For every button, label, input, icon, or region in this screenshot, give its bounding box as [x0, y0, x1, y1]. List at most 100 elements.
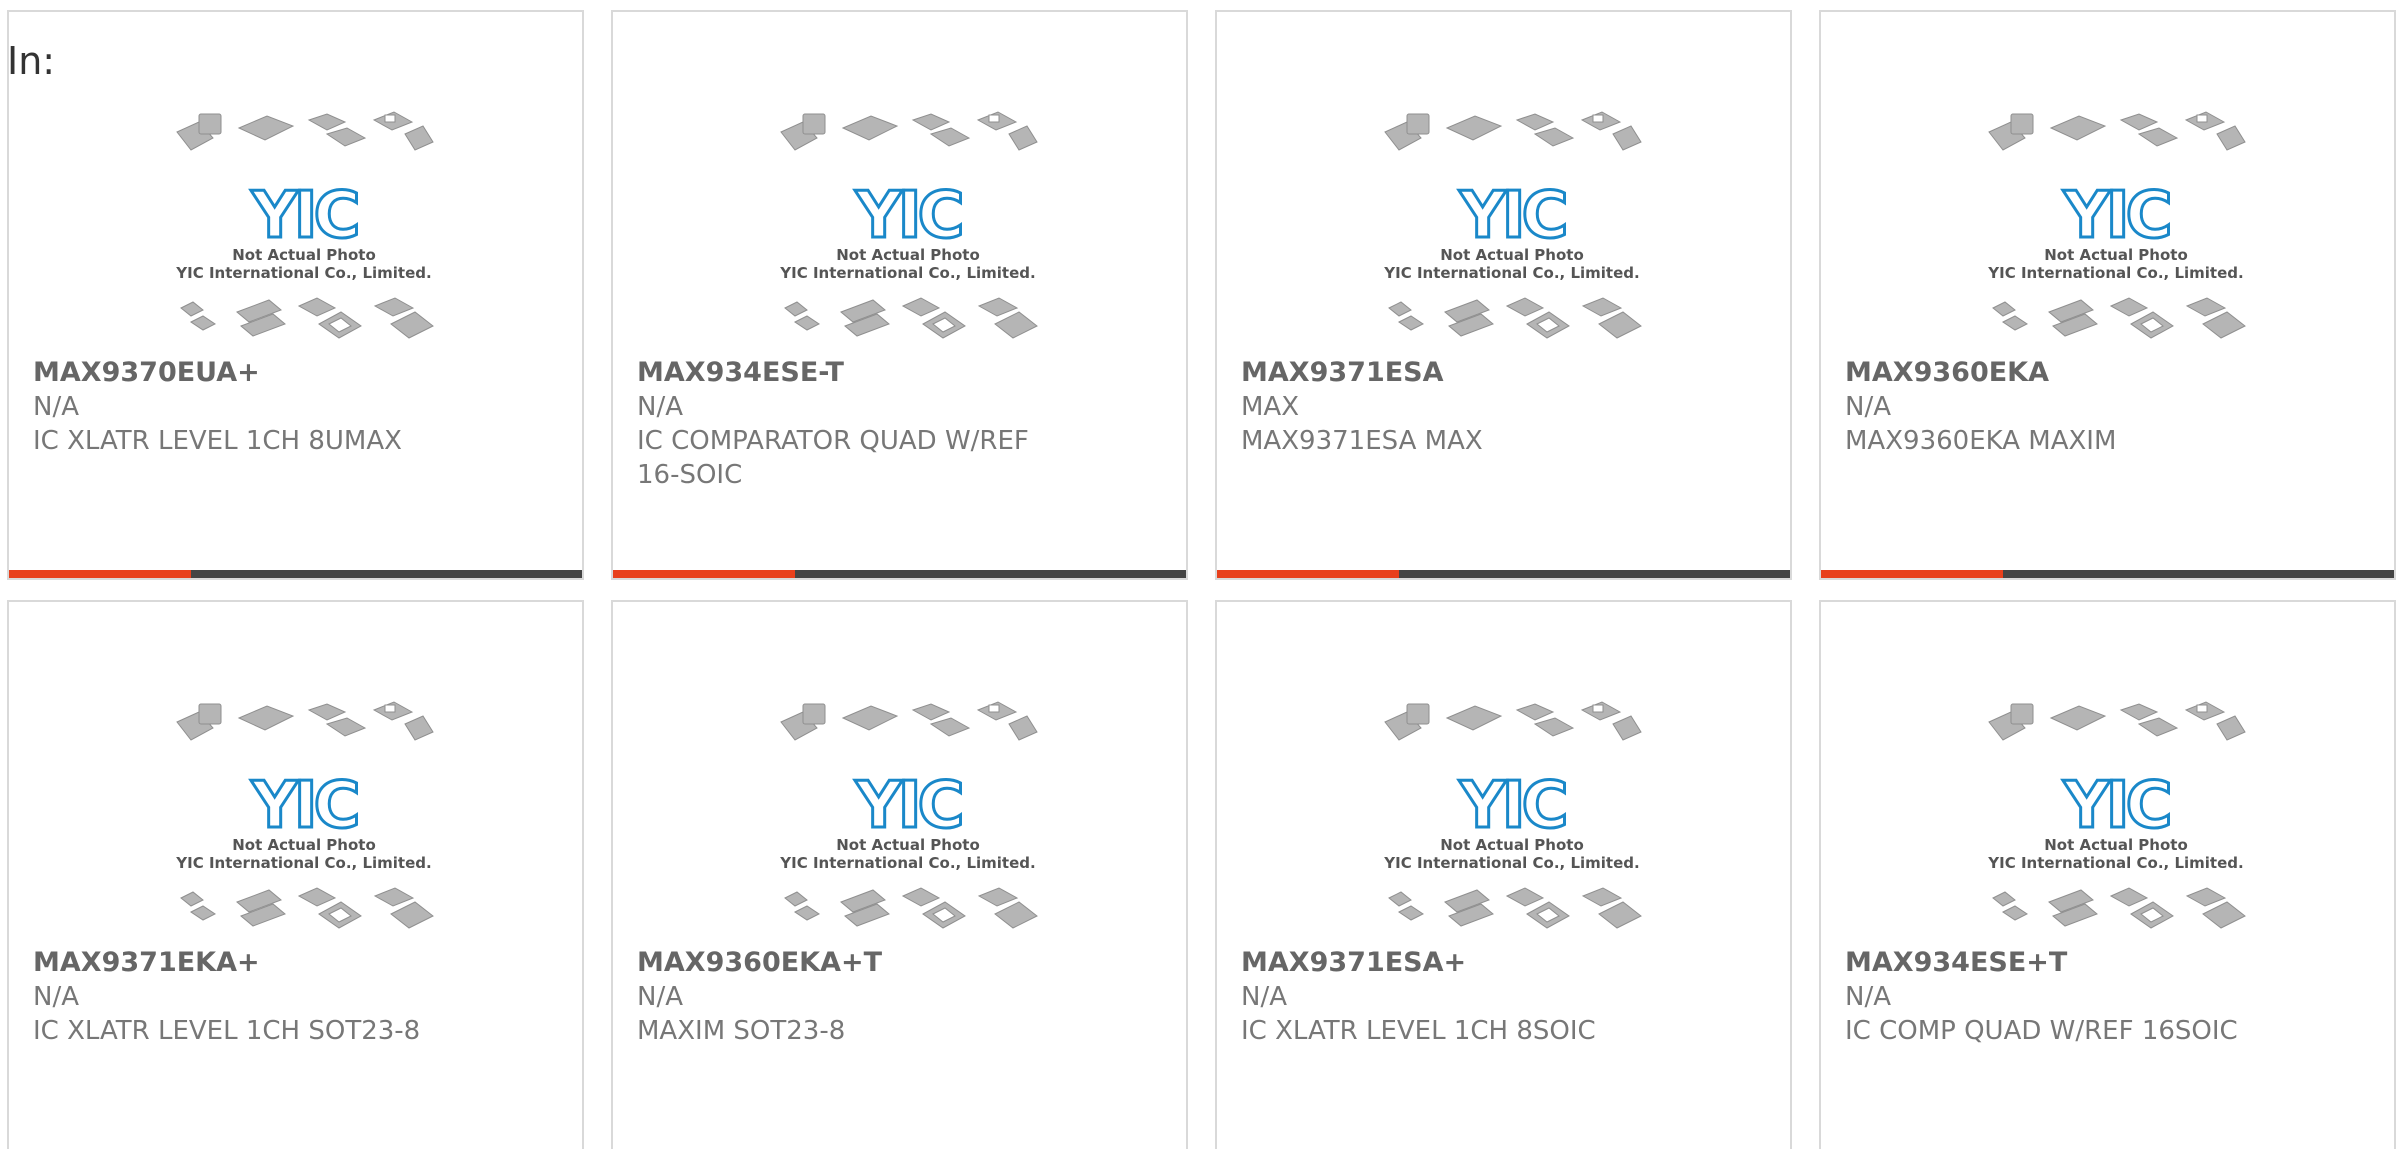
- chip-shape: [2185, 887, 2227, 907]
- placeholder-photo: YIC Not Actual Photo YIC International Co.…: [169, 692, 439, 947]
- product-description: IC COMPARATOR QUAD W/REF 16-SOIC: [637, 426, 1029, 490]
- chip-shape: [2109, 887, 2149, 907]
- not-actual-photo-caption: Not Actual Photo: [1440, 246, 1584, 264]
- yic-logo: YIC: [854, 179, 960, 253]
- yic-logo: YIC: [2062, 769, 2168, 843]
- chip-shape: [404, 715, 434, 741]
- product-name[interactable]: MAX9360EKA: [1845, 356, 2049, 390]
- chip-shape: [1598, 311, 1642, 339]
- product-card[interactable]: YIC Not Actual Photo YIC International Co.…: [611, 10, 1188, 580]
- product-name[interactable]: MAX9370EUA+: [33, 356, 260, 390]
- chip-shape: [297, 887, 337, 907]
- product-description: MAXIM SOT23-8: [637, 1016, 846, 1046]
- chip-shape: [841, 705, 899, 731]
- company-caption: YIC International Co., Limited.: [779, 264, 1035, 282]
- card-accent-bar: [613, 570, 1186, 578]
- chip-shape: [198, 113, 222, 135]
- company-caption: YIC International Co., Limited.: [175, 264, 431, 282]
- product-name[interactable]: MAX9371EKA+: [33, 946, 260, 980]
- product-description: MAX9371ESA MAX: [1241, 426, 1483, 456]
- product-card[interactable]: YIC Not Actual Photo YIC International Co.…: [1215, 10, 1792, 580]
- chip-shape: [977, 297, 1019, 317]
- chip-shape: [2202, 901, 2246, 929]
- product-card[interactable]: YIC Not Actual Photo YIC International Co.…: [1215, 600, 1792, 1149]
- company-caption: YIC International Co., Limited.: [779, 854, 1035, 872]
- chip-shape: [1515, 703, 1555, 721]
- company-caption: YIC International Co., Limited.: [1383, 264, 1639, 282]
- chip-shape: [1406, 703, 1430, 725]
- chip-shape: [1445, 115, 1503, 141]
- chip-shape: [1388, 891, 1412, 907]
- chip-shape: [384, 704, 396, 713]
- placeholder-photo: YIC Not Actual Photo YIC International Co.…: [773, 102, 1043, 357]
- chip-shape: [2196, 704, 2208, 713]
- placeholder-photo-graphic: YICNot Actual PhotoYIC International Co.…: [779, 111, 1038, 339]
- chip-shape: [2002, 315, 2028, 331]
- chip-shape: [994, 901, 1038, 929]
- chip-shape: [988, 114, 1000, 123]
- product-card[interactable]: YIC Not Actual Photo YIC International Co.…: [1819, 600, 2396, 1149]
- placeholder-photo-graphic: YICNot Actual PhotoYIC International Co.…: [1987, 111, 2246, 339]
- chip-shape: [2137, 717, 2179, 737]
- chip-shape: [929, 127, 971, 147]
- chip-shape: [1398, 905, 1424, 921]
- product-card[interactable]: YIC Not Actual Photo YIC International Co.…: [611, 600, 1188, 1149]
- company-caption: YIC International Co., Limited.: [1383, 854, 1639, 872]
- product-name[interactable]: MAX9360EKA+T: [637, 946, 882, 980]
- yic-logo: YIC: [2062, 179, 2168, 253]
- chip-shape: [994, 311, 1038, 339]
- placeholder-photo: YIC Not Actual Photo YIC International Co.…: [1377, 692, 1647, 947]
- placeholder-photo-graphic: YICNot Actual PhotoYIC International Co.…: [1987, 701, 2246, 929]
- chip-shape: [901, 297, 941, 317]
- product-card[interactable]: YIC Not Actual Photo YIC International Co.…: [7, 600, 584, 1149]
- chip-shape: [802, 113, 826, 135]
- not-actual-photo-caption: Not Actual Photo: [2044, 246, 2188, 264]
- placeholder-photo-graphic: YICNot Actual PhotoYIC International Co.…: [1383, 111, 1642, 339]
- product-manufacturer: N/A: [1241, 982, 1287, 1012]
- chip-shape: [929, 717, 971, 737]
- in-label: In:: [7, 39, 56, 83]
- placeholder-photo-graphic: YICNot Actual PhotoYIC International Co.…: [175, 111, 434, 339]
- chip-shape: [841, 115, 899, 141]
- chip-shape: [901, 887, 941, 907]
- not-actual-photo-caption: Not Actual Photo: [2044, 836, 2188, 854]
- chip-shape: [911, 113, 951, 131]
- chip-shape: [1992, 891, 2016, 907]
- chip-shape: [2196, 114, 2208, 123]
- product-name[interactable]: MAX9371ESA: [1241, 356, 1444, 390]
- chip-shape: [2010, 113, 2034, 135]
- chip-shape: [784, 301, 808, 317]
- placeholder-photo-graphic: YICNot Actual PhotoYIC International Co.…: [779, 701, 1038, 929]
- product-name[interactable]: MAX9371ESA+: [1241, 946, 1466, 980]
- product-description: IC XLATR LEVEL 1CH 8SOIC: [1241, 1016, 1596, 1046]
- chip-shape: [325, 127, 367, 147]
- product-manufacturer: N/A: [1845, 982, 1891, 1012]
- chip-shape: [373, 297, 415, 317]
- not-actual-photo-caption: Not Actual Photo: [232, 246, 376, 264]
- chip-shape: [2185, 297, 2227, 317]
- chip-shape: [198, 703, 222, 725]
- product-name[interactable]: MAX934ESE-T: [637, 356, 844, 390]
- chip-shape: [237, 705, 295, 731]
- product-grid-page: In: YIC Not Actual Photo YIC International…: [0, 0, 2400, 1149]
- chip-shape: [297, 297, 337, 317]
- chip-shape: [373, 887, 415, 907]
- product-description: IC XLATR LEVEL 1CH 8UMAX: [33, 426, 402, 456]
- placeholder-photo-graphic: YICNot Actual PhotoYIC International Co.…: [175, 701, 434, 929]
- product-name[interactable]: MAX934ESE+T: [1845, 946, 2067, 980]
- yic-logo: YIC: [1458, 179, 1564, 253]
- chip-shape: [307, 703, 347, 721]
- placeholder-photo: YIC Not Actual Photo YIC International Co.…: [1377, 102, 1647, 357]
- chip-shape: [911, 703, 951, 721]
- chip-shape: [1598, 901, 1642, 929]
- chip-shape: [1388, 301, 1412, 317]
- chip-shape: [190, 315, 216, 331]
- placeholder-photo: YIC Not Actual Photo YIC International Co.…: [169, 102, 439, 357]
- company-caption: YIC International Co., Limited.: [1987, 854, 2243, 872]
- chip-shape: [802, 703, 826, 725]
- product-card[interactable]: YIC Not Actual Photo YIC International Co.…: [1819, 10, 2396, 580]
- product-card[interactable]: YIC Not Actual Photo YIC International Co.…: [7, 10, 584, 580]
- chip-shape: [390, 901, 434, 929]
- card-accent-bar: [1217, 570, 1790, 578]
- chip-shape: [237, 115, 295, 141]
